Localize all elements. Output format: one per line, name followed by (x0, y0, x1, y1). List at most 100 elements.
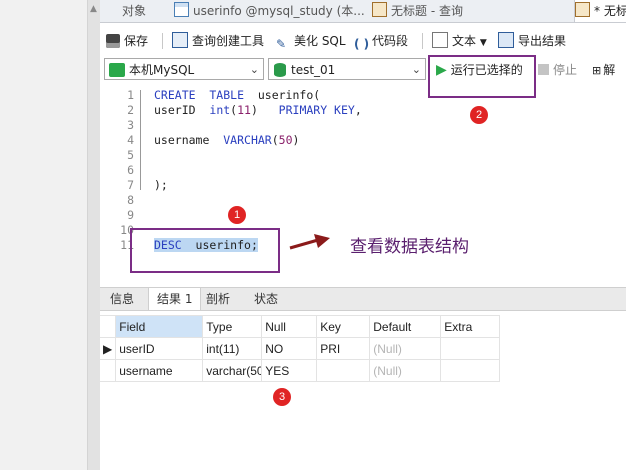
tab-label: userinfo @mysql_study (本... (193, 4, 365, 18)
divider (422, 33, 423, 49)
table-cell[interactable]: userID (115, 337, 204, 360)
row-indicator (100, 359, 117, 382)
column-header[interactable]: Field (115, 315, 204, 338)
tab-objects[interactable]: 对象 (122, 0, 172, 22)
keyword: int (209, 103, 231, 117)
query-icon (372, 2, 387, 17)
left-panel (0, 0, 100, 470)
column-header[interactable]: Key (316, 315, 371, 338)
code-line: userID int(11) PRIMARY KEY, (154, 103, 362, 117)
explain-button[interactable]: ⊞解释 (592, 59, 626, 100)
export-icon (498, 32, 514, 48)
line-number: 4 (127, 133, 134, 147)
tab-current-query[interactable]: * 无标 (574, 0, 626, 22)
annotation-badge-2: 2 (470, 106, 488, 124)
annotation-arrow-icon (289, 234, 330, 250)
code-line: CREATE TABLE userinfo( (154, 88, 321, 102)
tab-untitled-query[interactable]: 无标题 - 查询 (372, 0, 572, 22)
table-cell[interactable]: (Null) (369, 337, 442, 360)
tab-userinfo[interactable]: userinfo @mysql_study (本... (174, 0, 370, 22)
save-label: 保存 (124, 34, 149, 48)
keyword: CREATE TABLE (154, 88, 245, 102)
export-results-button[interactable]: 导出结果 (498, 30, 566, 52)
line-number: 11 (120, 238, 134, 252)
result-tabs: 信息 结果 1 剖析 状态 (100, 287, 626, 311)
column-header[interactable]: Extra (440, 315, 501, 338)
save-button[interactable]: 保存 (106, 30, 148, 52)
table-row[interactable]: ▶ userID int(11) NO PRI (Null) (100, 337, 501, 360)
tab-status[interactable]: 状态 (246, 288, 286, 310)
chevron-down-icon: ▼ (479, 38, 487, 48)
number: 11 (237, 103, 251, 117)
vertical-scrollbar[interactable]: ▲ (87, 0, 100, 470)
tab-bar: 对象 userinfo @mysql_study (本... 无标题 - 查询 … (100, 0, 626, 23)
connection-value: 本机MySQL (129, 63, 195, 77)
line-number: 1 (127, 88, 134, 102)
snippet-icon: ( ) (354, 37, 370, 51)
stop-icon (538, 64, 549, 75)
table-cell[interactable]: YES (261, 359, 318, 382)
query-builder-button[interactable]: 查询创建工具 (172, 30, 264, 52)
snippet-label: 代码段 (372, 34, 409, 48)
line-number: 3 (127, 118, 134, 132)
explain-icon: ⊞ (592, 64, 602, 77)
database-value: test_01 (291, 63, 336, 77)
table-row[interactable]: username varchar(50) YES (Null) (100, 359, 501, 382)
line-number: 9 (127, 208, 134, 222)
snippet-button[interactable]: ( ) 代码段 (354, 30, 408, 52)
query-builder-label: 查询创建工具 (192, 34, 265, 48)
line-number: 7 (127, 178, 134, 192)
column-header[interactable]: Default (369, 315, 442, 338)
scroll-up-icon[interactable]: ▲ (89, 2, 98, 16)
tab-info[interactable]: 信息 (102, 288, 142, 310)
tab-label: * 无标 (594, 4, 626, 18)
tab-profile[interactable]: 剖析 (198, 288, 238, 310)
beautify-label: 美化 SQL (294, 34, 346, 48)
grid-header-row: Field Type Null Key Default Extra (100, 315, 501, 338)
connection-select[interactable]: 本机MySQL ⌄ (104, 58, 264, 80)
table-cell[interactable]: (Null) (369, 359, 442, 382)
divider (162, 33, 163, 49)
database-select[interactable]: test_01 ⌄ (268, 58, 426, 80)
annotation-badge-3: 3 (273, 388, 291, 406)
line-number: 5 (127, 148, 134, 162)
fold-line (140, 90, 149, 190)
text-button[interactable]: 文本 ▼ (432, 30, 487, 52)
keyword: PRIMARY KEY (278, 103, 355, 117)
annotation-label: 查看数据表结构 (350, 237, 469, 257)
stop-button[interactable]: 停止 (538, 59, 577, 81)
keyword: VARCHAR (223, 133, 272, 147)
toolbar: 保存 查询创建工具 ✎ 美化 SQL ( ) 代码段 文本 ▼ 导出结果 (100, 28, 626, 54)
table-cell[interactable] (440, 359, 501, 382)
beautify-sql-button[interactable]: ✎ 美化 SQL (276, 30, 346, 52)
text-label: 文本 (452, 34, 477, 48)
connection-icon (109, 63, 125, 77)
tab-label: 对象 (122, 4, 147, 18)
table-cell[interactable]: varchar(50) (202, 359, 263, 382)
save-icon (106, 34, 120, 48)
annotation-box-run (428, 55, 536, 98)
number: 50 (278, 133, 293, 147)
table-cell[interactable] (316, 359, 371, 382)
result-grid: Field Type Null Key Default Extra ▶ user… (100, 315, 501, 382)
table-cell[interactable]: username (115, 359, 204, 382)
export-label: 导出结果 (518, 34, 567, 48)
beautify-icon: ✎ (276, 37, 287, 51)
tab-result-1[interactable]: 结果 1 (148, 288, 202, 310)
line-number: 2 (127, 103, 134, 117)
stop-label: 停止 (553, 63, 578, 77)
table-cell[interactable]: PRI (316, 337, 371, 360)
table-cell[interactable] (440, 337, 501, 360)
current-row-icon: ▶ (100, 337, 117, 360)
column-header[interactable]: Type (202, 315, 263, 338)
table-cell[interactable]: int(11) (202, 337, 263, 360)
text-icon (432, 32, 448, 48)
chevron-down-icon: ⌄ (249, 63, 259, 76)
line-number: 10 (120, 223, 134, 237)
line-number: 8 (127, 193, 134, 207)
column-header[interactable]: Null (261, 315, 318, 338)
table-icon (174, 2, 189, 17)
annotation-box-desc (130, 228, 280, 273)
table-cell[interactable]: NO (261, 337, 318, 360)
chevron-down-icon: ⌄ (411, 63, 421, 76)
